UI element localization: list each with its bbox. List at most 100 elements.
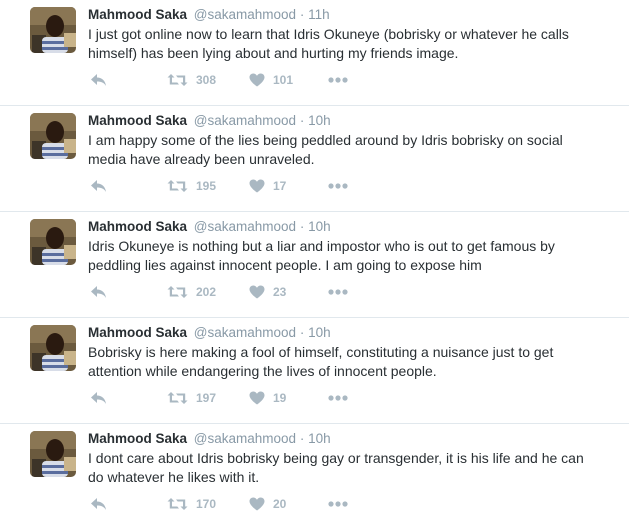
tweet-actions: 202 23 bbox=[90, 282, 390, 302]
author-handle[interactable]: @sakamahmood bbox=[194, 7, 296, 22]
tweet-header: Mahmood Saka @sakamahmood · 10h bbox=[88, 430, 605, 448]
tweet-header: Mahmood Saka @sakamahmood · 10h bbox=[88, 218, 605, 236]
author-handle[interactable]: @sakamahmood bbox=[194, 219, 296, 234]
more-button[interactable] bbox=[328, 70, 348, 90]
more-icon bbox=[328, 501, 348, 507]
retweet-count: 197 bbox=[196, 391, 217, 405]
retweet-button[interactable]: 197 bbox=[167, 388, 216, 408]
more-icon bbox=[328, 77, 348, 83]
separator: · bbox=[299, 219, 305, 234]
timestamp[interactable]: 10h bbox=[308, 113, 331, 128]
more-icon bbox=[328, 395, 348, 401]
heart-icon bbox=[249, 285, 265, 299]
reply-icon bbox=[90, 391, 107, 405]
retweet-button[interactable]: 202 bbox=[167, 282, 216, 302]
tweet-header: Mahmood Saka @sakamahmood · 10h bbox=[88, 112, 605, 130]
more-button[interactable] bbox=[328, 176, 348, 196]
retweet-icon bbox=[167, 179, 188, 193]
avatar[interactable] bbox=[30, 7, 76, 53]
like-button[interactable]: 101 bbox=[249, 70, 293, 90]
retweet-icon bbox=[167, 285, 188, 299]
avatar[interactable] bbox=[30, 325, 76, 371]
tweet-text: Idris Okuneye is nothing but a liar and … bbox=[88, 238, 555, 273]
reply-icon bbox=[90, 73, 107, 87]
author-name[interactable]: Mahmood Saka bbox=[88, 113, 187, 128]
like-button[interactable]: 17 bbox=[249, 176, 286, 196]
like-count: 17 bbox=[273, 179, 287, 193]
retweet-button[interactable]: 308 bbox=[167, 70, 216, 90]
tweet-actions: 170 20 bbox=[90, 494, 390, 514]
like-count: 19 bbox=[273, 391, 287, 405]
tweet[interactable]: Mahmood Saka @sakamahmood · 10h I am hap… bbox=[0, 106, 629, 212]
avatar[interactable] bbox=[30, 431, 76, 477]
tweet-header: Mahmood Saka @sakamahmood · 11h bbox=[88, 6, 605, 24]
retweet-icon bbox=[167, 73, 188, 87]
author-name[interactable]: Mahmood Saka bbox=[88, 219, 187, 234]
tweet-content: Mahmood Saka @sakamahmood · 11h I just g… bbox=[88, 6, 605, 62]
tweet[interactable]: Mahmood Saka @sakamahmood · 11h I just g… bbox=[0, 0, 629, 106]
tweet[interactable]: Mahmood Saka @sakamahmood · 10h I dont c… bbox=[0, 424, 629, 529]
author-handle[interactable]: @sakamahmood bbox=[194, 431, 296, 446]
tweet-text: I dont care about Idris bobrisky being g… bbox=[88, 450, 584, 485]
reply-button[interactable] bbox=[90, 494, 107, 514]
tweet-text: Bobrisky is here making a fool of himsel… bbox=[88, 344, 554, 379]
timestamp[interactable]: 10h bbox=[308, 325, 331, 340]
like-button[interactable]: 19 bbox=[249, 388, 286, 408]
timestamp[interactable]: 10h bbox=[308, 219, 331, 234]
retweet-icon bbox=[167, 391, 188, 405]
author-name[interactable]: Mahmood Saka bbox=[88, 7, 187, 22]
retweet-button[interactable]: 170 bbox=[167, 494, 216, 514]
retweet-icon bbox=[167, 497, 188, 511]
reply-button[interactable] bbox=[90, 176, 107, 196]
reply-button[interactable] bbox=[90, 282, 107, 302]
reply-button[interactable] bbox=[90, 388, 107, 408]
tweet-text: I just got online now to learn that Idri… bbox=[88, 26, 569, 61]
heart-icon bbox=[249, 73, 265, 87]
like-count: 23 bbox=[273, 285, 287, 299]
retweet-count: 308 bbox=[196, 73, 217, 87]
author-handle[interactable]: @sakamahmood bbox=[194, 325, 296, 340]
separator: · bbox=[299, 113, 305, 128]
author-handle[interactable]: @sakamahmood bbox=[194, 113, 296, 128]
author-name[interactable]: Mahmood Saka bbox=[88, 325, 187, 340]
tweet-content: Mahmood Saka @sakamahmood · 10h I dont c… bbox=[88, 430, 605, 486]
tweet-header: Mahmood Saka @sakamahmood · 10h bbox=[88, 324, 605, 342]
avatar[interactable] bbox=[30, 219, 76, 265]
author-name[interactable]: Mahmood Saka bbox=[88, 431, 187, 446]
like-count: 101 bbox=[273, 73, 294, 87]
separator: · bbox=[299, 325, 305, 340]
tweet[interactable]: Mahmood Saka @sakamahmood · 10h Idris Ok… bbox=[0, 212, 629, 318]
tweet-actions: 197 19 bbox=[90, 388, 390, 408]
heart-icon bbox=[249, 497, 265, 511]
separator: · bbox=[299, 7, 305, 22]
tweet-actions: 308 101 bbox=[90, 70, 390, 90]
tweet-actions: 195 17 bbox=[90, 176, 390, 196]
heart-icon bbox=[249, 391, 265, 405]
avatar[interactable] bbox=[30, 113, 76, 159]
tweet-text: I am happy some of the lies being peddle… bbox=[88, 132, 563, 167]
retweet-count: 202 bbox=[196, 285, 217, 299]
tweet-content: Mahmood Saka @sakamahmood · 10h I am hap… bbox=[88, 112, 605, 168]
like-button[interactable]: 23 bbox=[249, 282, 286, 302]
reply-icon bbox=[90, 497, 107, 511]
tweet-content: Mahmood Saka @sakamahmood · 10h Bobrisky… bbox=[88, 324, 605, 380]
timestamp[interactable]: 10h bbox=[308, 431, 331, 446]
retweet-button[interactable]: 195 bbox=[167, 176, 216, 196]
retweet-count: 195 bbox=[196, 179, 217, 193]
tweet-content: Mahmood Saka @sakamahmood · 10h Idris Ok… bbox=[88, 218, 605, 274]
more-icon bbox=[328, 289, 348, 295]
timeline: Mahmood Saka @sakamahmood · 11h I just g… bbox=[0, 0, 629, 529]
more-button[interactable] bbox=[328, 494, 348, 514]
more-button[interactable] bbox=[328, 388, 348, 408]
more-button[interactable] bbox=[328, 282, 348, 302]
separator: · bbox=[299, 431, 305, 446]
retweet-count: 170 bbox=[196, 497, 217, 511]
more-icon bbox=[328, 183, 348, 189]
heart-icon bbox=[249, 179, 265, 193]
like-count: 20 bbox=[273, 497, 287, 511]
reply-icon bbox=[90, 179, 107, 193]
tweet[interactable]: Mahmood Saka @sakamahmood · 10h Bobrisky… bbox=[0, 318, 629, 424]
like-button[interactable]: 20 bbox=[249, 494, 286, 514]
timestamp[interactable]: 11h bbox=[308, 7, 330, 22]
reply-button[interactable] bbox=[90, 70, 107, 90]
